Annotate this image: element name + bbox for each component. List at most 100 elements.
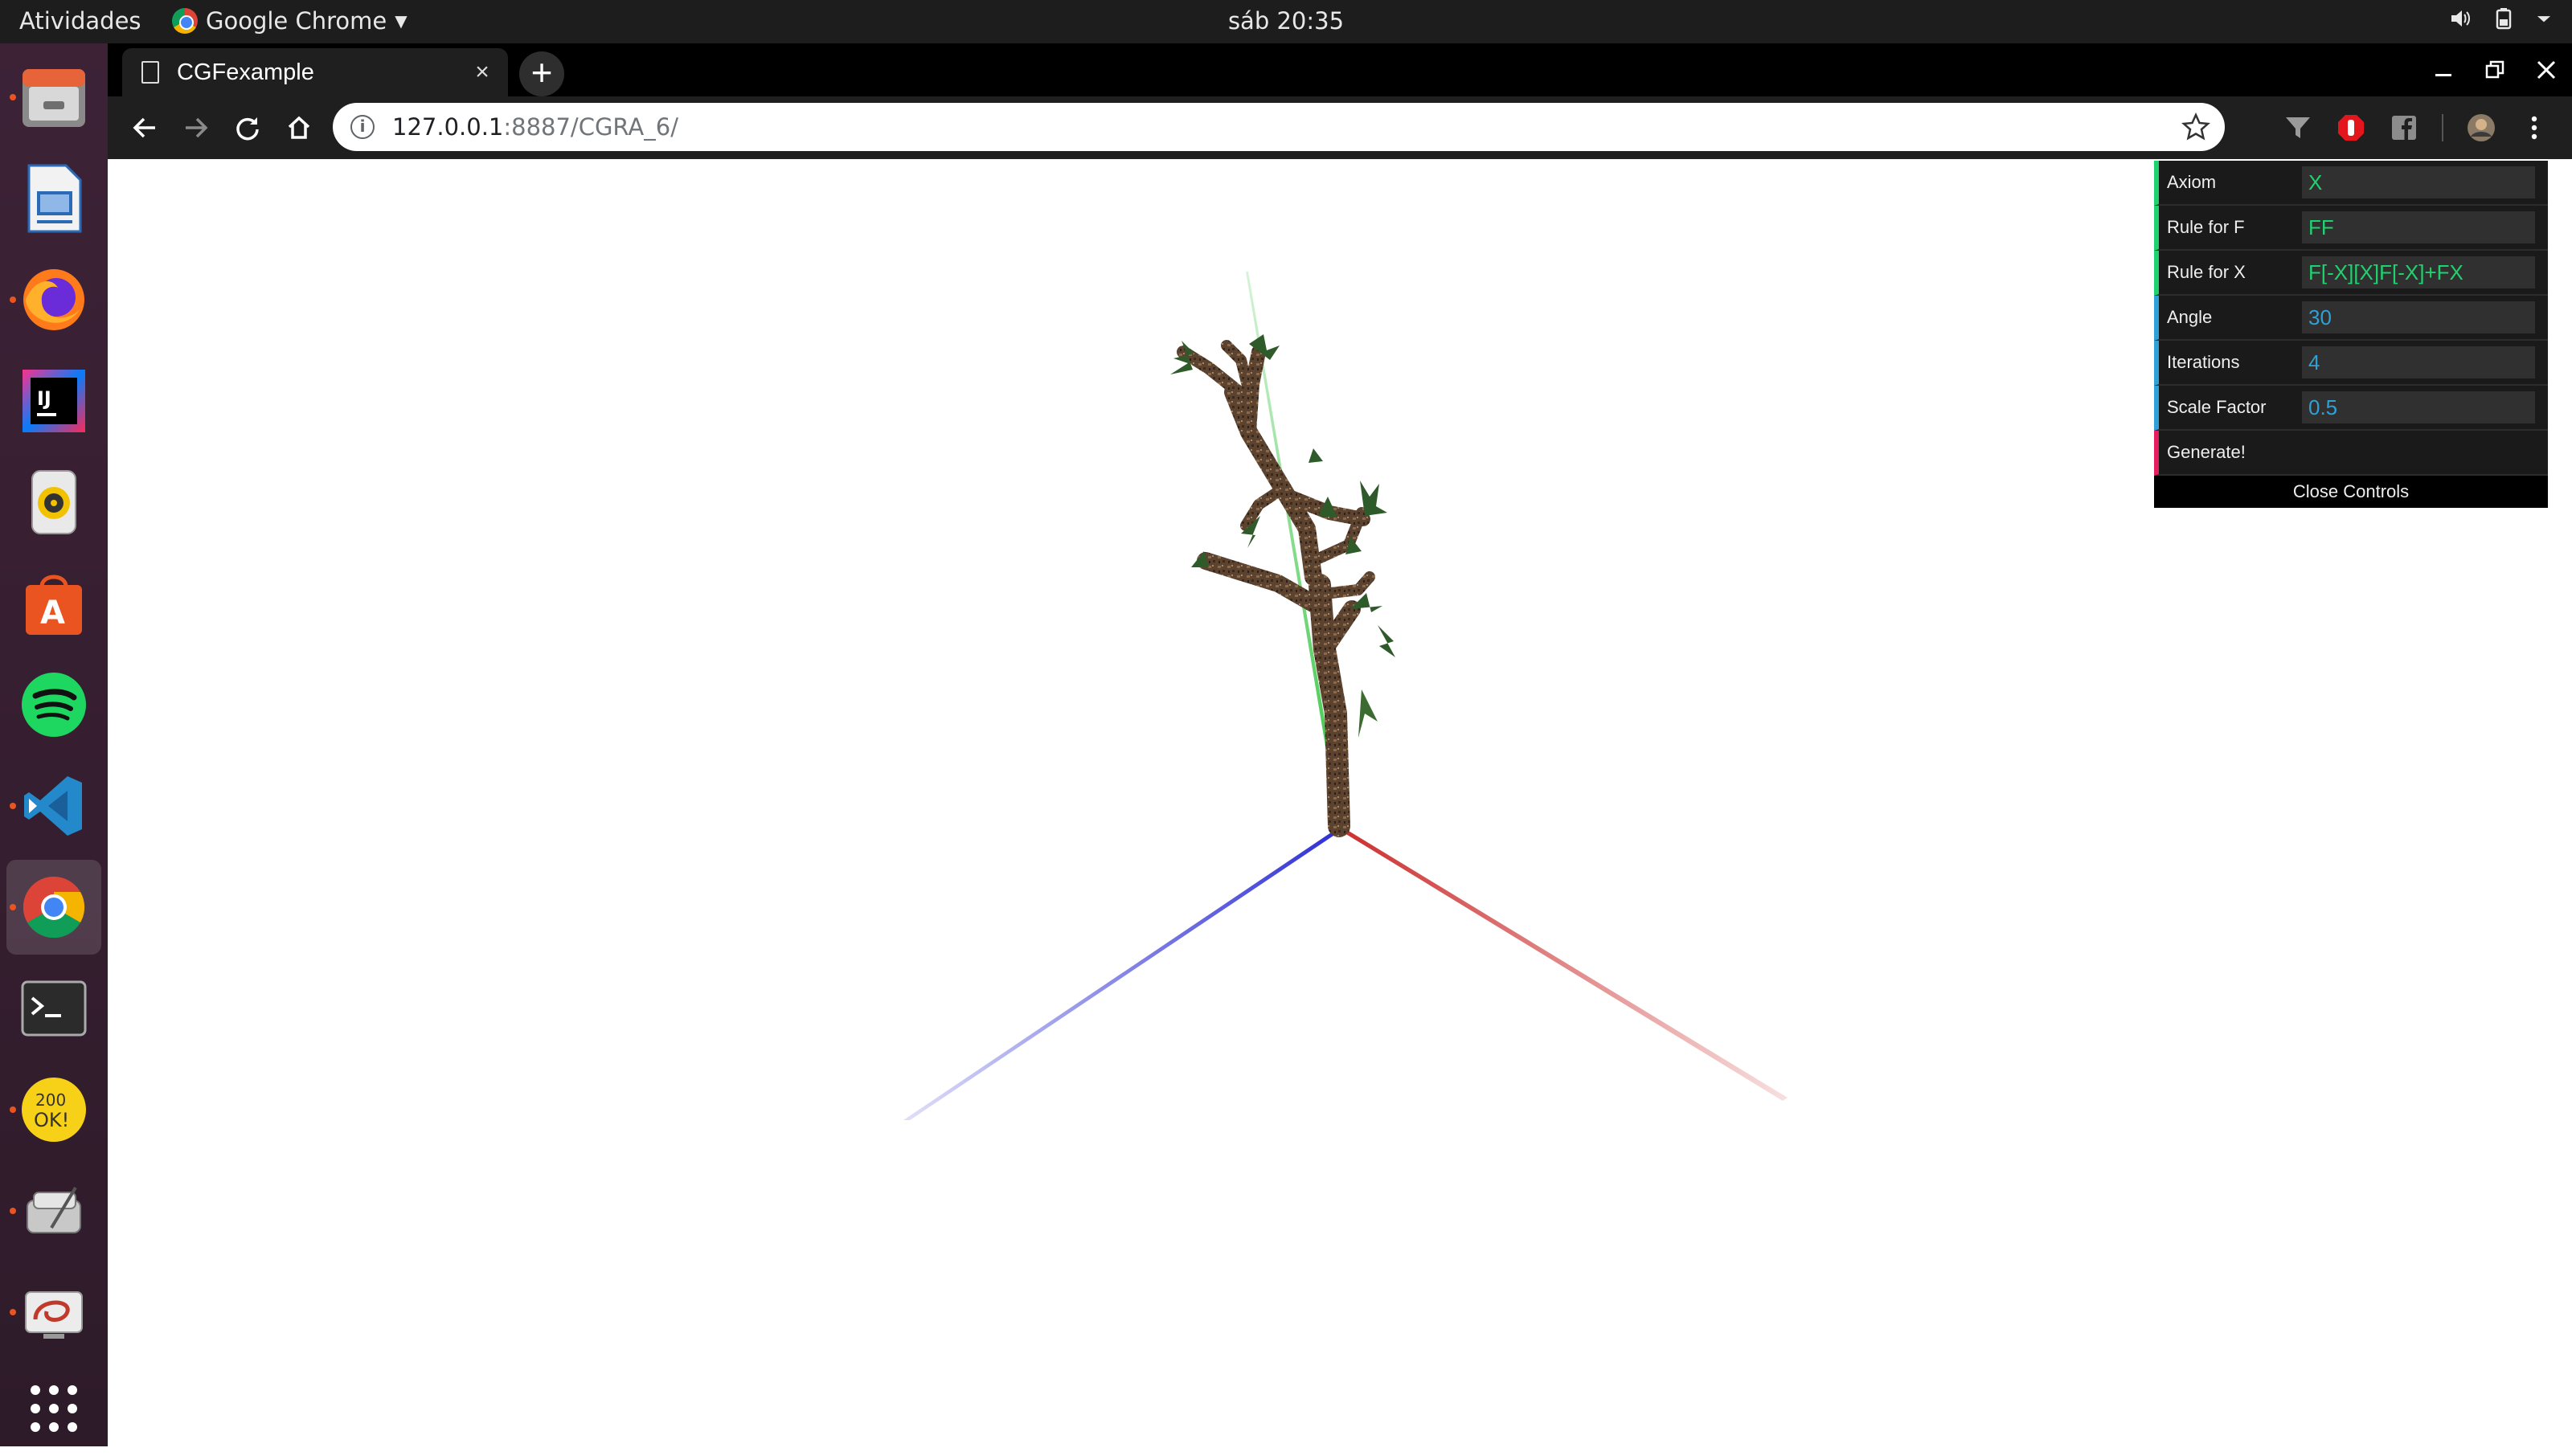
chrome-icon xyxy=(23,876,85,939)
volume-icon[interactable] xyxy=(2448,6,2472,31)
tab-cgfexample[interactable]: CGFexample × xyxy=(122,48,508,96)
postman-200ok-icon: 200 OK! xyxy=(22,1078,86,1142)
dock-item-terminal[interactable] xyxy=(6,961,101,1056)
dock-item-spotify[interactable] xyxy=(6,657,101,752)
generate-button[interactable]: Generate! xyxy=(2154,431,2548,476)
spotify-icon xyxy=(22,673,86,737)
home-button[interactable] xyxy=(278,107,320,149)
rhythmbox-icon xyxy=(31,470,76,534)
dock-item-vscode[interactable] xyxy=(6,759,101,853)
url-host: 127.0.0.1 xyxy=(392,113,504,141)
ubuntu-software-icon: A xyxy=(26,575,82,635)
app-grid-icon xyxy=(31,1385,77,1432)
gui-label: Axiom xyxy=(2167,172,2217,192)
minimize-button[interactable] xyxy=(2418,43,2469,96)
dock-item-disk-utility[interactable] xyxy=(6,1164,101,1258)
running-indicator xyxy=(10,1208,16,1214)
site-info-icon[interactable]: i xyxy=(350,115,375,139)
svg-text:200: 200 xyxy=(35,1090,66,1110)
window-controls xyxy=(2418,43,2572,96)
close-controls-button[interactable]: Close Controls xyxy=(2154,476,2548,508)
webgl-canvas[interactable]: Axiom X Rule for F FF Rule for X F[-X][X… xyxy=(108,159,2572,1446)
close-tab-icon[interactable]: × xyxy=(466,59,498,86)
restore-button[interactable] xyxy=(2469,43,2521,96)
disk-utility-icon xyxy=(27,1186,81,1233)
close-icon xyxy=(2537,60,2556,80)
intellij-idea-icon: IJ xyxy=(23,370,85,432)
terminal-icon xyxy=(21,980,87,1037)
dock-item-firefox[interactable] xyxy=(6,252,101,347)
gui-row-rule-x: Rule for X F[-X][X]F[-X]+FX xyxy=(2154,251,2548,296)
tab-title: CGFexample xyxy=(177,59,314,85)
home-icon xyxy=(288,116,310,139)
page-icon xyxy=(141,61,159,84)
app-menu-label: Google Chrome xyxy=(206,7,387,35)
svg-text:OK!: OK! xyxy=(34,1109,69,1131)
gui-label: Scale Factor xyxy=(2167,397,2267,417)
dock-item-intellij-idea[interactable]: IJ xyxy=(6,354,101,448)
url-path: :8887/CGRA_6/ xyxy=(503,113,678,141)
libreoffice-impress-icon xyxy=(27,164,82,233)
dock-item-ubuntu-software[interactable]: A xyxy=(6,556,101,651)
address-bar[interactable]: i 127.0.0.1 :8887/CGRA_6/ xyxy=(333,103,2225,151)
forward-button[interactable] xyxy=(175,107,217,149)
restore-icon xyxy=(2485,60,2504,79)
gui-label: Angle xyxy=(2167,307,2213,327)
files-icon xyxy=(23,69,85,127)
extensions-area xyxy=(2283,96,2549,159)
profile-avatar-icon[interactable] xyxy=(2466,112,2496,143)
back-button[interactable] xyxy=(124,107,166,149)
dock-item-rhythmbox[interactable] xyxy=(6,455,101,550)
system-tray[interactable] xyxy=(2448,6,2553,31)
more-menu-icon[interactable] xyxy=(2519,112,2549,143)
activities-button[interactable]: Atividades xyxy=(19,7,141,35)
tab-strip: CGFexample × + xyxy=(108,43,2572,96)
ubuntu-top-bar: Atividades Google Chrome ▼ sáb 20:35 xyxy=(0,0,2572,43)
gui-row-rule-f: Rule for F FF xyxy=(2154,206,2548,251)
vscode-icon xyxy=(24,776,82,836)
gui-label: Rule for F xyxy=(2167,217,2245,237)
show-applications-button[interactable] xyxy=(6,1361,101,1456)
minimize-icon xyxy=(2435,74,2451,76)
running-indicator xyxy=(10,1106,16,1113)
running-indicator xyxy=(10,297,16,303)
axiom-input[interactable]: X xyxy=(2302,166,2535,198)
chrome-icon xyxy=(172,8,198,34)
svg-text:A: A xyxy=(40,595,65,632)
new-tab-button[interactable]: + xyxy=(519,51,564,96)
gui-controls-panel: Axiom X Rule for F FF Rule for X F[-X][X… xyxy=(2154,161,2548,508)
dock-item-remmina[interactable] xyxy=(6,1265,101,1360)
dock-item-chrome[interactable] xyxy=(6,860,101,955)
gui-label: Iterations xyxy=(2167,352,2240,372)
adblock-extension-icon[interactable] xyxy=(2336,112,2366,143)
gui-row-iterations: Iterations 4 xyxy=(2154,341,2548,386)
dock-item-postman-200ok[interactable]: 200 OK! xyxy=(6,1062,101,1157)
filter-extension-icon[interactable] xyxy=(2283,112,2313,143)
system-menu-chevron-icon[interactable] xyxy=(2535,6,2553,31)
close-window-button[interactable] xyxy=(2521,43,2572,96)
rule-f-input[interactable]: FF xyxy=(2302,211,2535,243)
bookmark-star-icon[interactable] xyxy=(2181,112,2210,141)
running-indicator xyxy=(10,803,16,809)
rule-x-input[interactable]: F[-X][X]F[-X]+FX xyxy=(2302,256,2535,288)
facebook-extension-icon[interactable] xyxy=(2389,112,2419,143)
browser-toolbar: i 127.0.0.1 :8887/CGRA_6/ xyxy=(108,96,2572,159)
gui-row-scale-factor: Scale Factor 0.5 xyxy=(2154,386,2548,431)
reload-button[interactable] xyxy=(227,107,268,149)
generate-label: Generate! xyxy=(2167,442,2246,462)
app-menu[interactable]: Google Chrome ▼ xyxy=(172,7,408,35)
tree-leaves xyxy=(1170,334,1395,738)
forward-arrow-icon xyxy=(186,117,208,138)
running-indicator xyxy=(10,1309,16,1315)
battery-icon[interactable] xyxy=(2492,6,2516,31)
dock-item-files[interactable] xyxy=(6,50,101,145)
iterations-input[interactable]: 4 xyxy=(2302,346,2535,378)
running-indicator xyxy=(10,94,16,100)
gui-row-angle: Angle 30 xyxy=(2154,296,2548,341)
z-axis xyxy=(903,826,1341,1120)
lsystem-tree xyxy=(1177,340,1375,837)
dock-item-libreoffice-impress[interactable] xyxy=(6,151,101,246)
running-indicator xyxy=(10,904,16,910)
angle-input[interactable]: 30 xyxy=(2302,301,2535,333)
scale-factor-input[interactable]: 0.5 xyxy=(2302,391,2535,423)
